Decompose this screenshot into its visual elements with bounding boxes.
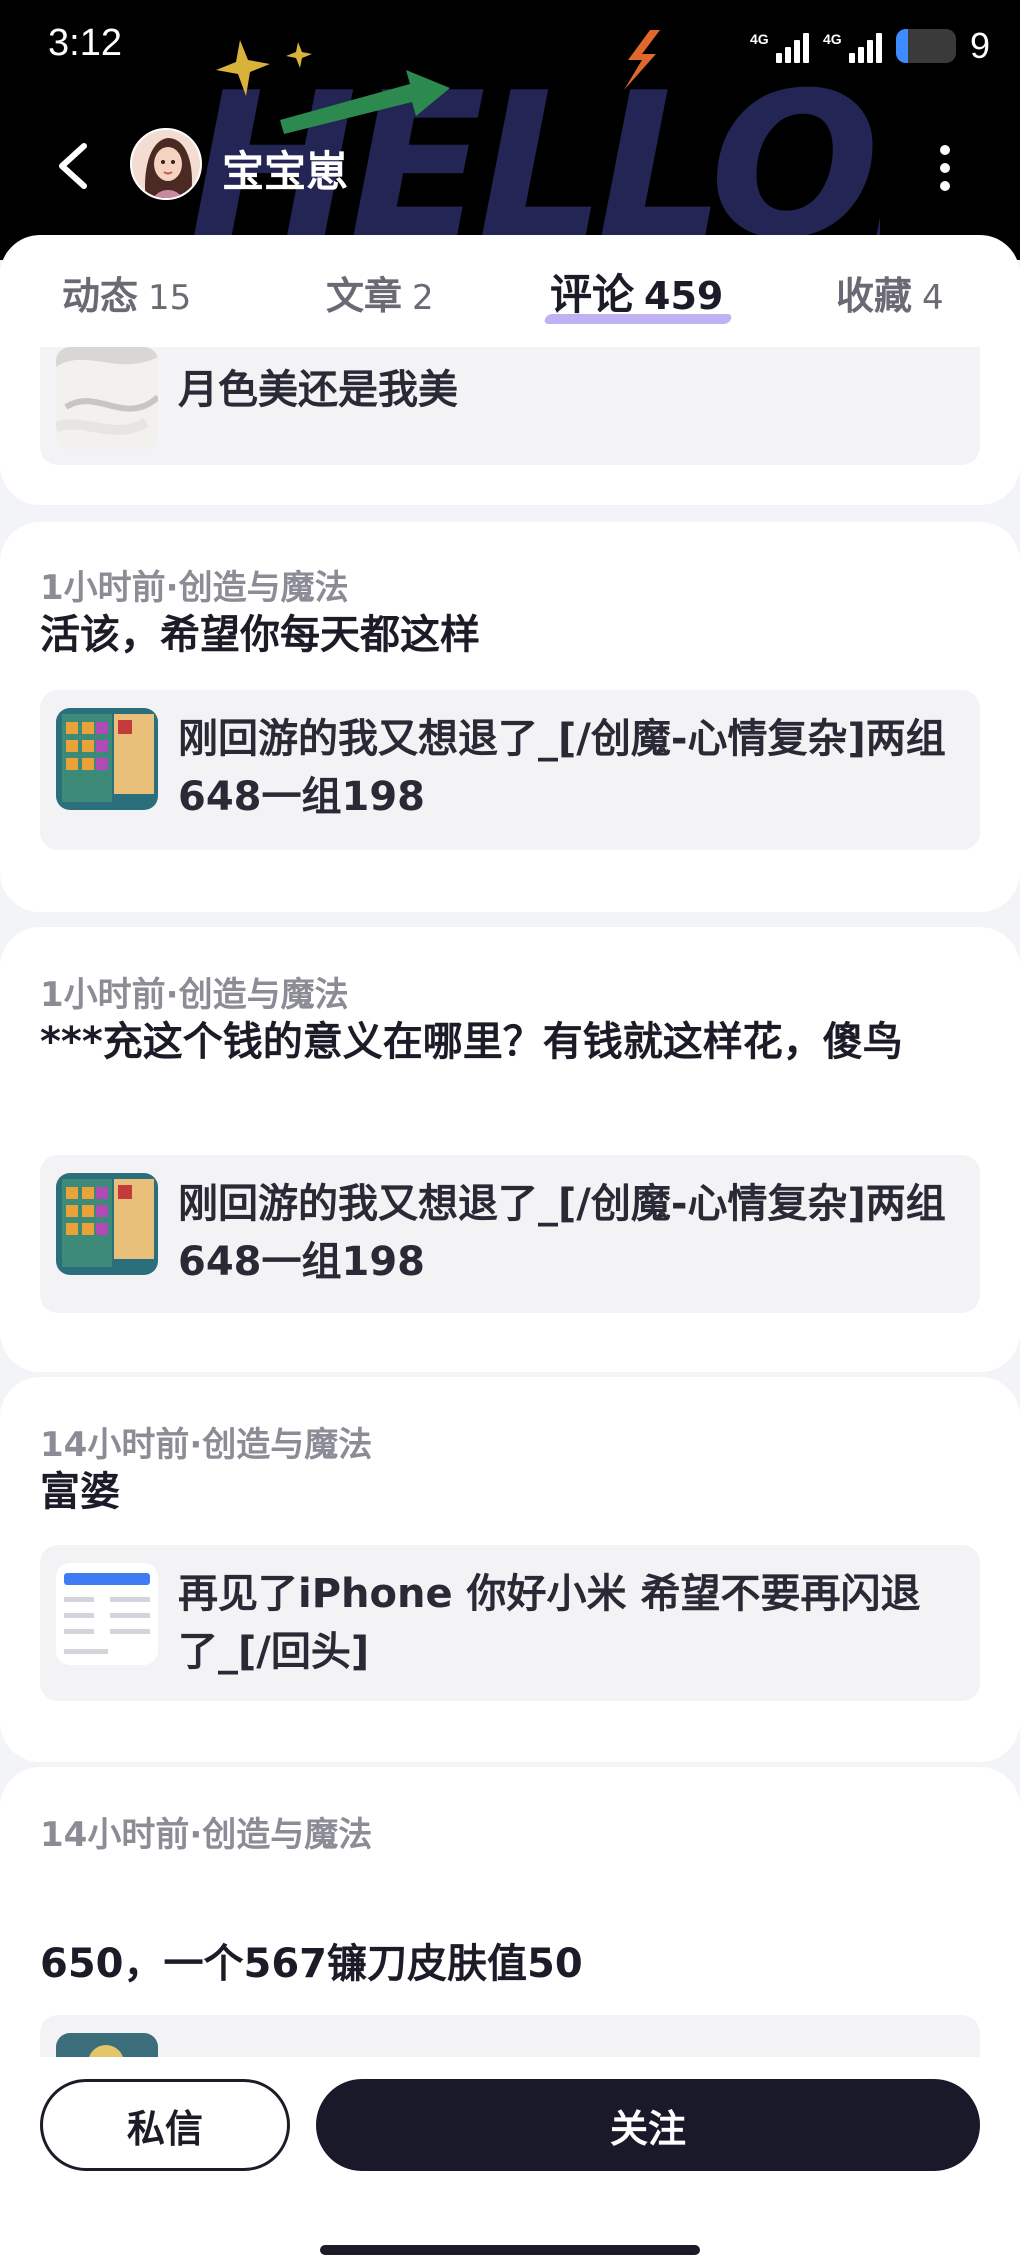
message-button[interactable]: 私信 <box>40 2079 290 2171</box>
quoted-post-thumbnail <box>56 1173 158 1275</box>
quoted-post-text: 刚回游的我又想退了_[/创魔-心情复杂]两组648一组198 <box>178 1181 946 1285</box>
tab-comments[interactable]: 评论 459 <box>550 261 723 322</box>
quoted-post-thumbnail <box>56 2033 158 2057</box>
profile-header: HELLO. 3:12 4G 4G 9 宝宝崽 <box>0 0 1020 260</box>
status-bar: 3:12 4G 4G 9 <box>0 0 1020 90</box>
follow-button[interactable]: 关注 <box>316 2079 980 2171</box>
status-time: 3:12 <box>48 22 122 64</box>
quoted-post[interactable]: 月色美还是我美 <box>40 347 980 465</box>
quoted-post-text: 再见了iPhone 你好小米 希望不要再闪退了_[/回头] <box>178 1571 921 1675</box>
signal-icon: 4G <box>823 29 882 63</box>
quoted-post[interactable]: 刚回游的我又想退了_[/创魔-心情复杂]两组648一组198 <box>40 1155 980 1313</box>
quoted-post-text: 刚回游的我又想退了_[/创魔-心情复杂]两组648一组198 <box>178 716 946 820</box>
quoted-post[interactable]: 刚回游的我又想退了_[/创魔-心情复杂]两组648一组198 <box>40 690 980 850</box>
comment-meta: 14小时前·创造与魔法 <box>40 1815 373 1855</box>
profile-tab-bar: 动态 15 文章 2 评论 459 收藏 4 <box>0 235 1020 347</box>
quoted-post-text: 月色美还是我美 <box>178 367 458 413</box>
more-options-icon[interactable] <box>930 140 960 196</box>
comment-text: 富婆 <box>40 1469 120 1515</box>
comment-meta: 14小时前·创造与魔法 <box>40 1425 373 1465</box>
quoted-post[interactable] <box>40 2015 980 2057</box>
comment-card[interactable]: 14小时前·创造与魔法 650，一个567镰刀皮肤值50 <box>0 1767 1020 2057</box>
tab-articles[interactable]: 文章 2 <box>326 265 434 320</box>
avatar-image <box>132 130 200 198</box>
bottom-action-bar: 私信 关注 <box>0 2057 1020 2267</box>
quoted-post-thumbnail <box>56 708 158 810</box>
tab-favorites[interactable]: 收藏 4 <box>836 265 944 320</box>
comment-text: ***充这个钱的意义在哪里？有钱就这样花，傻鸟 <box>40 1019 903 1065</box>
avatar[interactable] <box>130 128 202 200</box>
back-icon[interactable] <box>52 138 100 194</box>
signal-icon: 4G <box>750 29 809 63</box>
comment-meta: 1小时前·创造与魔法 <box>40 568 349 608</box>
comment-feed[interactable]: 月色美还是我美 1小时前·创造与魔法 活该，希望你每天都这样 刚回游的我又想退了… <box>0 347 1020 2057</box>
nav-bar: 宝宝崽 <box>0 110 1020 220</box>
quoted-post-thumbnail <box>56 1563 158 1665</box>
battery-level: 9 <box>969 25 990 66</box>
comment-card[interactable]: 1小时前·创造与魔法 ***充这个钱的意义在哪里？有钱就这样花，傻鸟 刚回游的我… <box>0 927 1020 1372</box>
tab-moments[interactable]: 动态 15 <box>62 265 191 320</box>
quoted-post-thumbnail <box>56 347 158 449</box>
home-indicator[interactable] <box>320 2245 700 2255</box>
comment-card[interactable]: 1小时前·创造与魔法 活该，希望你每天都这样 刚回游的我又想退了_[/创魔-心情… <box>0 522 1020 912</box>
quoted-post[interactable]: 再见了iPhone 你好小米 希望不要再闪退了_[/回头] <box>40 1545 980 1701</box>
battery-icon <box>895 29 956 63</box>
comment-meta: 1小时前·创造与魔法 <box>40 975 349 1015</box>
status-icons: 4G 4G 9 <box>750 24 990 68</box>
comment-text: 活该，希望你每天都这样 <box>40 612 480 658</box>
profile-name: 宝宝崽 <box>222 147 349 196</box>
comment-card[interactable]: 月色美还是我美 <box>0 347 1020 505</box>
comment-text: 650，一个567镰刀皮肤值50 <box>40 1941 583 1987</box>
comment-card[interactable]: 14小时前·创造与魔法 富婆 再见了iPhone 你好小米 希望不要再闪退了_[… <box>0 1377 1020 1762</box>
